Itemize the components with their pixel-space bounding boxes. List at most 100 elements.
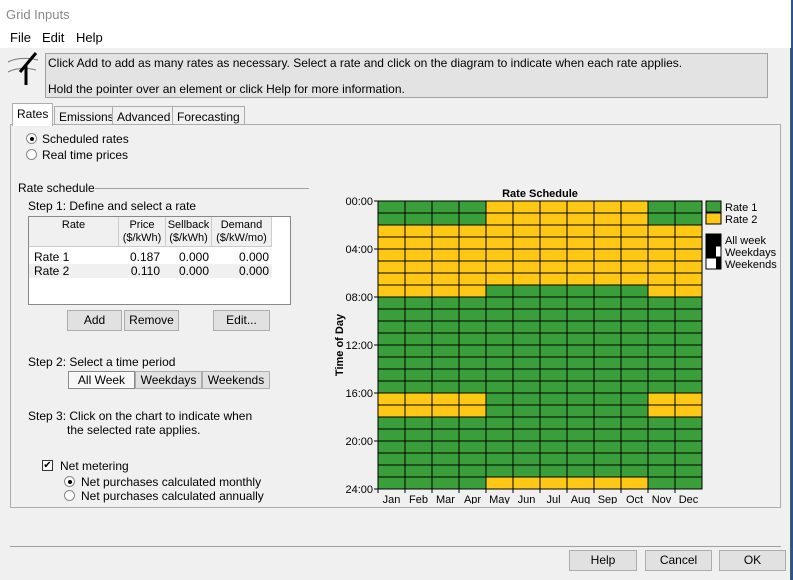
schedule-cell[interactable] [593, 224, 622, 238]
schedule-cell[interactable] [377, 272, 406, 286]
schedule-cell[interactable] [593, 296, 622, 310]
schedule-cell[interactable] [512, 356, 541, 370]
schedule-cell[interactable] [377, 308, 406, 322]
schedule-cell[interactable] [485, 332, 514, 346]
schedule-cell[interactable] [539, 320, 568, 334]
schedule-cell[interactable] [647, 368, 676, 382]
schedule-cell[interactable] [539, 356, 568, 370]
schedule-cell[interactable] [566, 308, 595, 322]
schedule-cell[interactable] [377, 224, 406, 238]
schedule-cell[interactable] [512, 368, 541, 382]
weekends-button[interactable]: Weekends [202, 371, 270, 389]
schedule-cell[interactable] [404, 440, 433, 454]
schedule-cell[interactable] [404, 356, 433, 370]
schedule-cell[interactable] [377, 260, 406, 274]
table-row[interactable]: Rate 1 0.187 0.000 0.000 [29, 250, 272, 264]
schedule-cell[interactable] [458, 284, 487, 298]
schedule-cell[interactable] [566, 452, 595, 466]
schedule-cell[interactable] [539, 428, 568, 442]
schedule-cell[interactable] [512, 296, 541, 310]
schedule-cell[interactable] [674, 416, 703, 430]
schedule-cell[interactable] [620, 236, 649, 250]
schedule-cell[interactable] [512, 416, 541, 430]
schedule-cell[interactable] [377, 380, 406, 394]
schedule-cell[interactable] [566, 440, 595, 454]
schedule-cell[interactable] [647, 452, 676, 466]
schedule-cell[interactable] [674, 380, 703, 394]
schedule-cell[interactable] [512, 212, 541, 226]
schedule-cell[interactable] [512, 392, 541, 406]
schedule-cell[interactable] [458, 392, 487, 406]
schedule-cell[interactable] [458, 212, 487, 226]
schedule-cell[interactable] [539, 344, 568, 358]
schedule-cell[interactable] [377, 392, 406, 406]
schedule-cell[interactable] [593, 476, 622, 490]
schedule-cell[interactable] [485, 416, 514, 430]
schedule-cell[interactable] [620, 476, 649, 490]
schedule-cell[interactable] [566, 368, 595, 382]
schedule-cell[interactable] [512, 452, 541, 466]
schedule-cell[interactable] [674, 356, 703, 370]
schedule-cell[interactable] [566, 296, 595, 310]
schedule-cell[interactable] [620, 404, 649, 418]
schedule-cell[interactable] [539, 404, 568, 418]
schedule-cell[interactable] [620, 212, 649, 226]
schedule-cell[interactable] [674, 392, 703, 406]
schedule-cell[interactable] [458, 296, 487, 310]
schedule-cell[interactable] [674, 284, 703, 298]
schedule-cell[interactable] [404, 392, 433, 406]
schedule-cell[interactable] [431, 224, 460, 238]
schedule-cell[interactable] [458, 272, 487, 286]
schedule-cell[interactable] [377, 248, 406, 262]
schedule-cell[interactable] [539, 476, 568, 490]
schedule-cell[interactable] [674, 440, 703, 454]
schedule-cell[interactable] [431, 260, 460, 274]
schedule-cell[interactable] [512, 332, 541, 346]
schedule-cell[interactable] [431, 344, 460, 358]
schedule-cell[interactable] [674, 248, 703, 262]
schedule-cell[interactable] [458, 380, 487, 394]
schedule-cell[interactable] [458, 476, 487, 490]
schedule-cell[interactable] [404, 308, 433, 322]
schedule-cell[interactable] [539, 392, 568, 406]
schedule-cell[interactable] [566, 476, 595, 490]
schedule-cell[interactable] [512, 476, 541, 490]
schedule-cell[interactable] [458, 320, 487, 334]
schedule-cell[interactable] [620, 248, 649, 262]
schedule-cell[interactable] [539, 308, 568, 322]
schedule-cell[interactable] [647, 356, 676, 370]
schedule-cell[interactable] [539, 284, 568, 298]
schedule-cell[interactable] [458, 428, 487, 442]
schedule-cell[interactable] [620, 392, 649, 406]
schedule-cell[interactable] [674, 428, 703, 442]
schedule-cell[interactable] [593, 428, 622, 442]
schedule-cell[interactable] [647, 248, 676, 262]
schedule-cell[interactable] [539, 224, 568, 238]
schedule-cell[interactable] [593, 368, 622, 382]
schedule-cell[interactable] [647, 272, 676, 286]
schedule-cell[interactable] [458, 260, 487, 274]
schedule-cell[interactable] [377, 416, 406, 430]
schedule-cell[interactable] [674, 368, 703, 382]
real-time-prices-radio[interactable] [26, 149, 37, 160]
rates-table[interactable]: Rate Price ($/kWh) Sellback ($/kWh) Demand… [28, 216, 291, 305]
schedule-cell[interactable] [431, 416, 460, 430]
cancel-button[interactable]: Cancel [645, 550, 712, 571]
schedule-cell[interactable] [512, 224, 541, 238]
schedule-cell[interactable] [485, 440, 514, 454]
schedule-cell[interactable] [620, 200, 649, 214]
schedule-cell[interactable] [485, 260, 514, 274]
schedule-cell[interactable] [647, 476, 676, 490]
schedule-cell[interactable] [404, 236, 433, 250]
schedule-cell[interactable] [404, 260, 433, 274]
schedule-cell[interactable] [620, 224, 649, 238]
schedule-cell[interactable] [539, 416, 568, 430]
schedule-cell[interactable] [458, 452, 487, 466]
schedule-cell[interactable] [620, 440, 649, 454]
schedule-cell[interactable] [539, 212, 568, 226]
schedule-cell[interactable] [566, 404, 595, 418]
schedule-cell[interactable] [647, 200, 676, 214]
schedule-cell[interactable] [674, 200, 703, 214]
schedule-cell[interactable] [458, 344, 487, 358]
schedule-cell[interactable] [593, 308, 622, 322]
